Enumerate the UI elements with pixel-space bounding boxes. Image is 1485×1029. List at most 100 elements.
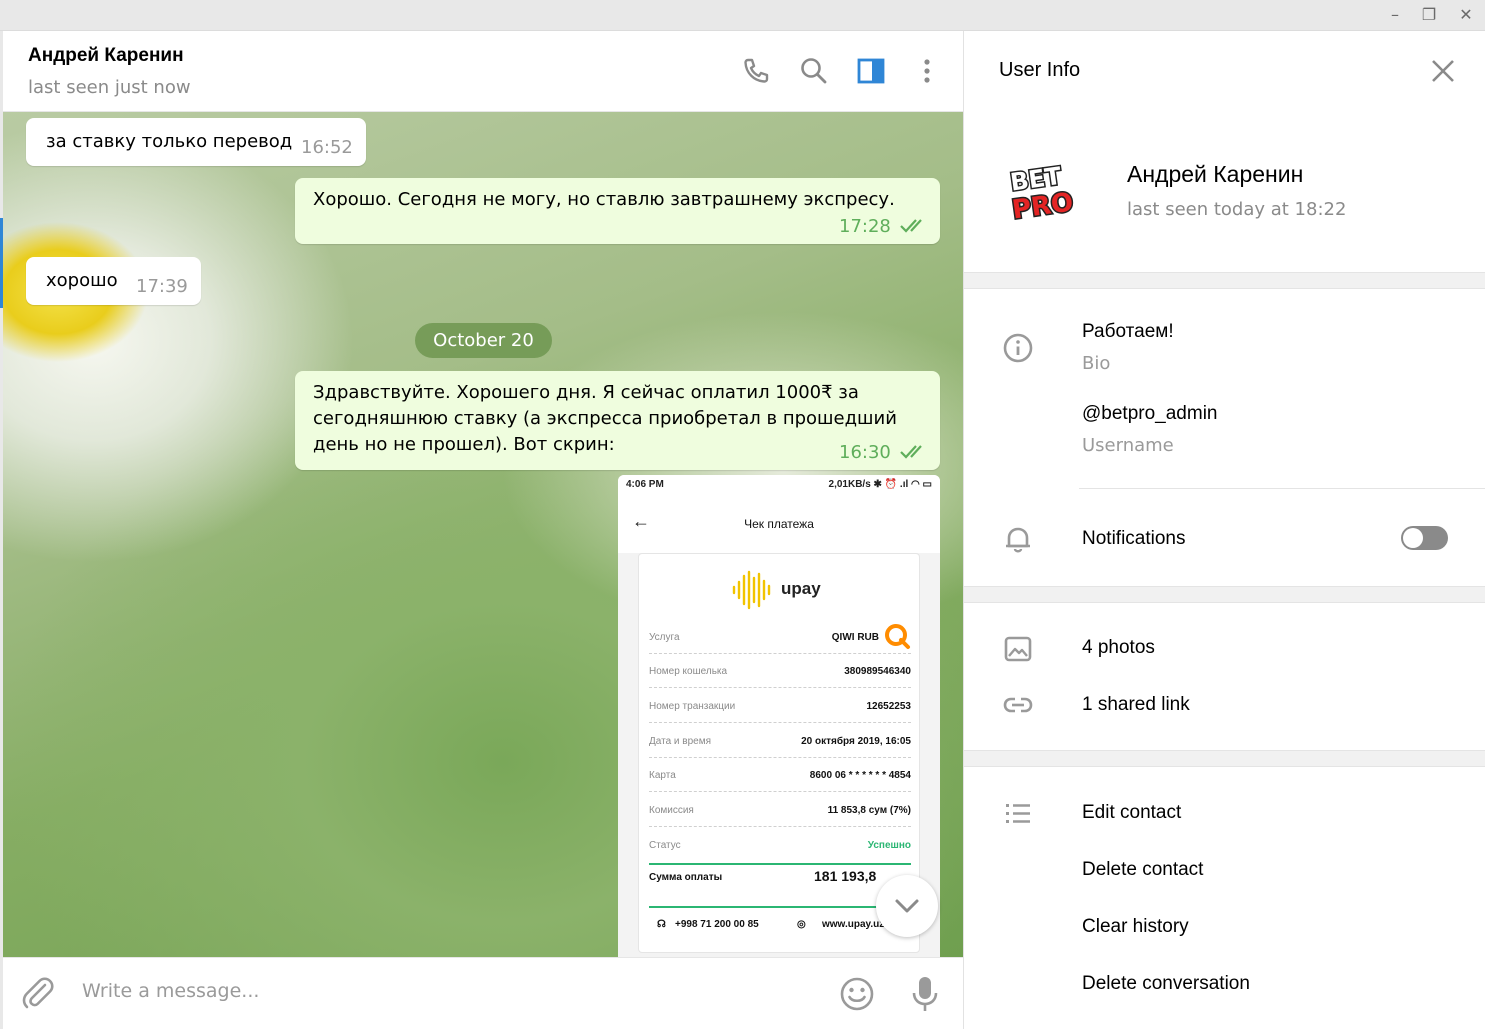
- receipt-status-time: 4:06 PM: [626, 479, 664, 490]
- username-label: Username: [1082, 435, 1174, 456]
- receipt-value: QIWI RUB: [831, 632, 879, 643]
- receipt-value: 20 октября 2019, 16:05: [801, 736, 911, 747]
- message-time: 16:30: [839, 442, 891, 463]
- receipt-value: 380989546340: [844, 666, 911, 677]
- receipt-title: Чек платежа: [744, 517, 814, 531]
- bio-label: Bio: [1082, 353, 1111, 374]
- user-info-panel: User Info BET PRO Андрей Каренин last se…: [963, 31, 1485, 1029]
- chat-status: last seen just now: [28, 77, 191, 98]
- shared-links-link[interactable]: 1 shared link: [1082, 694, 1190, 716]
- receipt-value: 8600 06 * * * * * * 4854: [809, 770, 911, 781]
- photo-icon: [1004, 636, 1032, 662]
- message-line: Здравствуйте. Хорошего дня. Я сейчас опл…: [313, 382, 859, 403]
- receipt-row: Комиссия 11 853,8 сум (7%): [649, 793, 911, 827]
- link-icon: [1003, 697, 1033, 713]
- receipt-key: Номер кошелька: [649, 666, 728, 677]
- search-icon[interactable]: [798, 55, 830, 87]
- receipt-phone: +998 71 200 00 85: [675, 919, 759, 930]
- message-bubble[interactable]: Здравствуйте. Хорошего дня. Я сейчас опл…: [295, 371, 940, 470]
- receipt-status-icons: 2,01KB/s ✱ ⏰ .ıl ◠ ▭: [828, 479, 932, 490]
- receipt-site: www.upay.uz: [822, 919, 885, 930]
- notifications-label: Notifications: [1082, 528, 1186, 549]
- message-bubble[interactable]: Хорошо. Сегодня не могу, но ставлю завтр…: [295, 178, 940, 244]
- clear-history-button[interactable]: Clear history: [1082, 916, 1189, 938]
- window-close-button[interactable]: ✕: [1455, 4, 1477, 26]
- avatar[interactable]: BET PRO: [1004, 156, 1086, 226]
- receipt-row: Номер транзакции 12652253: [649, 689, 911, 723]
- photos-link[interactable]: 4 photos: [1082, 637, 1155, 659]
- username-text[interactable]: @betpro_admin: [1082, 403, 1217, 425]
- receipt-topbar: ← Чек платежа: [618, 495, 940, 553]
- chat-history[interactable]: за ставку только перевод 16:52 Хорошо. С…: [3, 112, 963, 957]
- message-bubble[interactable]: за ставку только перевод 16:52: [26, 118, 366, 166]
- qiwi-logo-icon: [885, 624, 910, 649]
- message-bubble[interactable]: хорошо 17:39: [26, 257, 201, 305]
- chat-title[interactable]: Андрей Каренин: [28, 45, 184, 67]
- message-line: день но не прошел). Вот скрин:: [313, 434, 615, 455]
- delete-conversation-button[interactable]: Delete conversation: [1082, 973, 1250, 995]
- minimize-button[interactable]: –: [1384, 4, 1406, 26]
- receipt-key: Комиссия: [649, 805, 694, 816]
- message-time: 16:52: [301, 137, 353, 158]
- phone-icon[interactable]: [740, 55, 772, 87]
- message-text: Здравствуйте. Хорошего дня. Я сейчас опл…: [313, 380, 913, 458]
- sidebar-toggle-icon[interactable]: [855, 55, 887, 87]
- bio-text[interactable]: Работаем!: [1082, 321, 1174, 343]
- receipt-row: Карта 8600 06 * * * * * * 4854: [649, 758, 911, 792]
- list-icon: [1006, 804, 1030, 823]
- attach-icon[interactable]: [21, 976, 55, 1010]
- receipt-key: Карта: [649, 770, 676, 781]
- upay-brand: upay: [781, 579, 821, 598]
- scroll-down-button[interactable]: [876, 875, 938, 937]
- info-icon: [1003, 333, 1033, 363]
- receipt-total-label: Сумма оплаты: [649, 872, 723, 883]
- emoji-icon[interactable]: [839, 976, 875, 1012]
- section-divider: [964, 586, 1485, 603]
- double-check-icon: [900, 445, 922, 459]
- profile-last-seen: last seen today at 18:22: [1127, 199, 1347, 220]
- section-divider: [964, 750, 1485, 767]
- message-composer: Write a message...: [3, 957, 963, 1029]
- edit-contact-button[interactable]: Edit contact: [1082, 802, 1181, 824]
- receipt-divider: [649, 863, 911, 865]
- receipt-key: Номер транзакции: [649, 701, 736, 712]
- headset-icon: ☊: [657, 919, 666, 930]
- message-text: за ставку только перевод: [46, 131, 293, 152]
- delete-contact-button[interactable]: Delete contact: [1082, 859, 1203, 881]
- upay-wave-icon: [732, 570, 771, 610]
- notifications-toggle[interactable]: [1401, 526, 1448, 550]
- mic-icon[interactable]: [909, 974, 941, 1014]
- receipt-value: 12652253: [866, 701, 912, 712]
- message-text: Хорошо. Сегодня не могу, но ставлю завтр…: [313, 189, 895, 210]
- window-titlebar: – ❐ ✕: [0, 0, 1485, 31]
- receipt-value: 11 853,8 сум (7%): [827, 805, 911, 816]
- upay-logo: upay: [731, 566, 841, 610]
- date-separator: October 20: [415, 323, 552, 358]
- divider-line: [1079, 488, 1485, 489]
- receipt-row: Статус Успешно: [649, 828, 911, 862]
- section-divider: [964, 272, 1485, 289]
- profile-name: Андрей Каренин: [1127, 161, 1304, 187]
- receipt-row: Услуга QIWI RUB: [649, 620, 911, 654]
- toggle-knob: [1403, 528, 1423, 548]
- message-line: сегодняшнюю ставку (а экспресса приобрет…: [313, 408, 897, 429]
- message-text: хорошо: [46, 270, 118, 291]
- receipt-statusbar: 4:06 PM 2,01KB/s ✱ ⏰ .ıl ◠ ▭: [618, 475, 940, 495]
- bell-icon: [1006, 527, 1030, 553]
- message-time: 17:39: [136, 276, 188, 297]
- more-icon[interactable]: [911, 55, 943, 87]
- receipt-divider: [649, 906, 911, 908]
- panel-title: User Info: [999, 59, 1081, 81]
- chevron-down-icon: [895, 899, 919, 913]
- receipt-key: Статус: [649, 840, 681, 851]
- message-input[interactable]: Write a message...: [82, 980, 259, 1002]
- receipt-key: Дата и время: [649, 736, 712, 747]
- restore-button[interactable]: ❐: [1418, 4, 1440, 26]
- message-time: 17:28: [839, 216, 891, 237]
- close-icon[interactable]: [1430, 58, 1456, 84]
- chat-header[interactable]: Андрей Каренин last seen just now: [3, 31, 963, 112]
- receipt-key: Услуга: [649, 632, 680, 643]
- receipt-row: Номер кошелька 380989546340: [649, 654, 911, 688]
- receipt-row: Дата и время 20 октября 2019, 16:05: [649, 724, 911, 758]
- receipt-value: Успешно: [867, 840, 911, 851]
